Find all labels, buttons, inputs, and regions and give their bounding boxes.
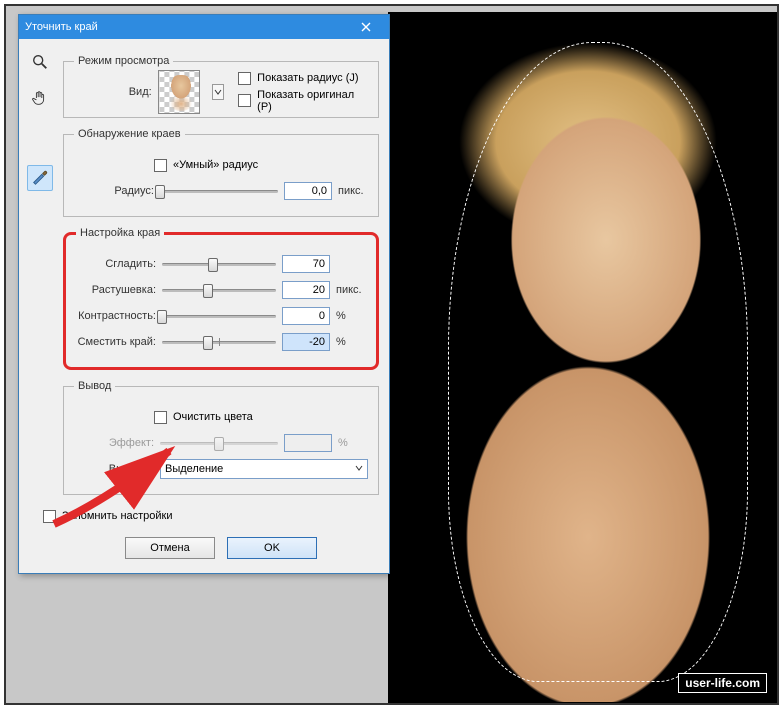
remember-label: Запомнить настройки (62, 510, 173, 522)
view-dropdown[interactable] (212, 84, 224, 100)
radius-unit: пикс. (338, 185, 368, 197)
smooth-label: Сгладить: (76, 258, 156, 270)
show-original-checkbox[interactable] (238, 94, 251, 107)
radius-input[interactable] (284, 182, 332, 200)
selection-marquee (448, 42, 748, 682)
group-view-mode: Режим просмотра Вид: Показать радиус (J) (63, 55, 379, 118)
cancel-button[interactable]: Отмена (125, 537, 215, 559)
output-to-value: Выделение (165, 463, 223, 475)
effect-slider (160, 436, 278, 450)
legend-adjust-edge: Настройка края (76, 227, 164, 239)
contrast-unit: % (336, 310, 366, 322)
group-adjust-edge: Настройка края Сгладить: Растушевка: (63, 227, 379, 370)
decontaminate-row[interactable]: Очистить цвета (154, 411, 253, 424)
radius-slider[interactable] (160, 184, 278, 198)
remember-row[interactable]: Запомнить настройки (43, 510, 173, 523)
close-button[interactable] (349, 16, 383, 38)
legend-output: Вывод (74, 380, 115, 392)
show-original-label: Показать оригинал (P) (257, 89, 368, 113)
feather-input[interactable] (282, 281, 330, 299)
show-radius-row[interactable]: Показать радиус (J) (238, 72, 368, 85)
feather-label: Растушевка: (76, 284, 156, 296)
shift-edge-input[interactable] (282, 333, 330, 351)
view-thumbnail[interactable] (158, 70, 201, 114)
show-radius-label: Показать радиус (J) (257, 72, 358, 84)
smart-radius-checkbox[interactable] (154, 159, 167, 172)
refine-brush-tool[interactable] (27, 165, 53, 191)
legend-view-mode: Режим просмотра (74, 55, 173, 67)
smooth-input[interactable] (282, 255, 330, 273)
watermark: user-life.com (678, 673, 767, 693)
decontaminate-checkbox[interactable] (154, 411, 167, 424)
contrast-input[interactable] (282, 307, 330, 325)
group-output: Вывод Очистить цвета Эффект: % (63, 380, 379, 495)
radius-label: Радиус: (74, 185, 154, 197)
view-label: Вид: (74, 86, 152, 98)
effect-unit: % (338, 437, 368, 449)
shift-edge-label: Сместить край: (76, 336, 156, 348)
smart-radius-row[interactable]: «Умный» радиус (154, 159, 258, 172)
effect-input (284, 434, 332, 452)
show-radius-checkbox[interactable] (238, 72, 251, 85)
shift-edge-slider[interactable] (162, 335, 276, 349)
smart-radius-label: «Умный» радиус (173, 159, 258, 171)
decontaminate-label: Очистить цвета (173, 411, 253, 423)
hand-tool[interactable] (27, 85, 53, 111)
effect-label: Эффект: (74, 437, 154, 449)
legend-edge-detection: Обнаружение краев (74, 128, 185, 140)
contrast-label: Контрастность: (76, 310, 156, 322)
show-original-row[interactable]: Показать оригинал (P) (238, 89, 368, 113)
smooth-slider[interactable] (162, 257, 276, 271)
ok-button[interactable]: OK (227, 537, 317, 559)
shift-edge-unit: % (336, 336, 366, 348)
feather-slider[interactable] (162, 283, 276, 297)
zoom-tool[interactable] (27, 49, 53, 75)
dialog-title: Уточнить край (25, 21, 349, 33)
titlebar[interactable]: Уточнить край (19, 15, 389, 39)
feather-unit: пикс. (336, 284, 366, 296)
output-to-label: Вывод в: (74, 463, 154, 475)
canvas-image (388, 12, 777, 703)
group-edge-detection: Обнаружение краев «Умный» радиус Радиус: (63, 128, 379, 217)
refine-edge-dialog: Уточнить край Режи (18, 14, 390, 574)
remember-checkbox[interactable] (43, 510, 56, 523)
output-to-select[interactable]: Выделение (160, 459, 368, 479)
contrast-slider[interactable] (162, 309, 276, 323)
